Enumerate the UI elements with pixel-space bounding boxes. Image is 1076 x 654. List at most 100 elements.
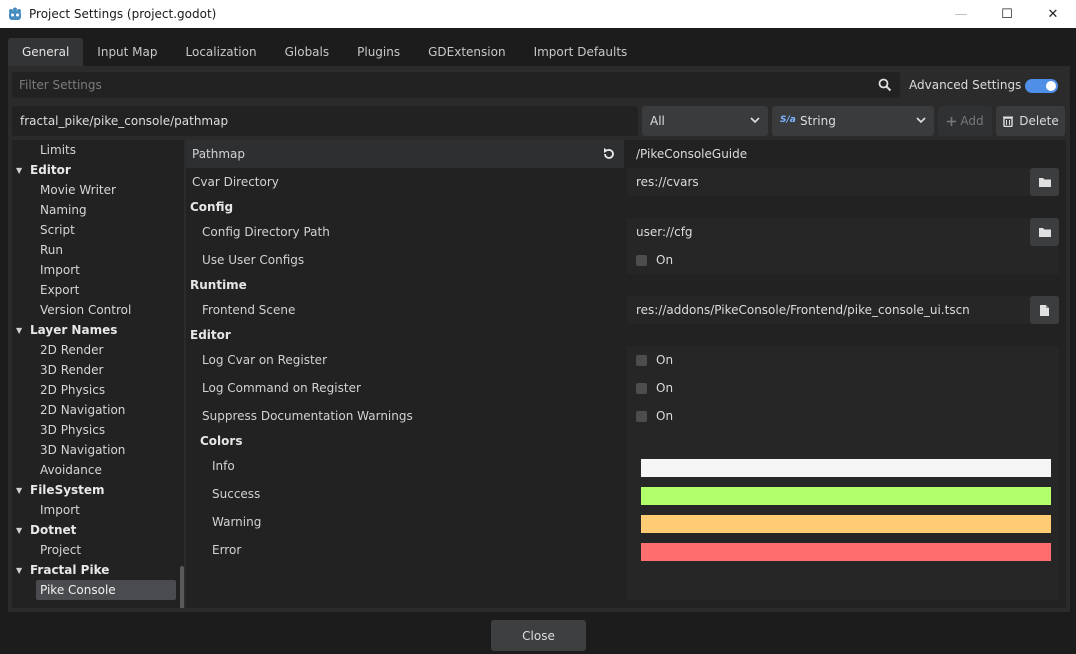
maximize-button[interactable]: ☐	[984, 0, 1030, 28]
tree-item-avoidance[interactable]: Avoidance	[12, 460, 102, 480]
add-button[interactable]: Add	[938, 106, 992, 136]
tree-section-dotnet[interactable]: ▼ Dotnet	[12, 520, 76, 540]
browse-folder-button[interactable]	[1030, 218, 1059, 246]
revert-icon[interactable]	[602, 147, 616, 161]
title-bar: Project Settings (project.godot) — ☐ ✕	[0, 0, 1076, 28]
tree-item-label: Script	[40, 223, 75, 237]
property-row-log-command: Log Command on Register On	[186, 374, 1066, 402]
tree-item-2d-navigation[interactable]: 2D Navigation	[12, 400, 125, 420]
tree-item-3d-navigation[interactable]: 3D Navigation	[12, 440, 125, 460]
tree-item-3d-physics[interactable]: 3D Physics	[12, 420, 105, 440]
browse-folder-button[interactable]	[1030, 168, 1059, 196]
close-button[interactable]: Close	[491, 620, 586, 651]
tab-localization[interactable]: Localization	[172, 38, 271, 66]
tree-item-2d-render[interactable]: 2D Render	[12, 340, 103, 360]
frontend-scene-field[interactable]: res://addons/PikeConsole/Frontend/pike_c…	[627, 296, 1059, 324]
checkbox-box[interactable]	[636, 410, 647, 422]
color-success-swatch[interactable]	[641, 487, 1051, 505]
tree-scrollbar[interactable]	[180, 566, 184, 608]
tab-plugins[interactable]: Plugins	[343, 38, 414, 66]
tree-item-version-control[interactable]: Version Control	[12, 300, 131, 320]
tab-gdextension[interactable]: GDExtension	[414, 38, 519, 66]
tree-item-label: Import	[40, 263, 80, 277]
checkbox-box[interactable]	[636, 254, 647, 266]
pathmap-field[interactable]: /PikeConsoleGuide	[627, 140, 1059, 168]
color-error-swatch[interactable]	[641, 543, 1051, 561]
property-row-config-directory-path: Config Directory Path user://cfg	[186, 218, 1066, 246]
chevron-down-icon	[750, 117, 760, 124]
trash-icon	[1003, 116, 1014, 127]
suppress-docs-checkbox[interactable]: On	[627, 402, 1059, 430]
tree-item-naming[interactable]: Naming	[12, 200, 87, 220]
tree-section-layer-names[interactable]: ▼ Layer Names	[12, 320, 117, 340]
collapse-arrow-icon[interactable]: ▼	[16, 526, 26, 535]
checkbox-label: On	[656, 253, 674, 267]
tree-item-label: Dotnet	[30, 523, 77, 537]
tree-item-label: Avoidance	[40, 463, 102, 477]
collapse-arrow-icon[interactable]: ▼	[16, 326, 26, 335]
checkbox-box[interactable]	[636, 354, 647, 366]
checkbox-label: On	[656, 381, 674, 395]
collapse-arrow-icon[interactable]: ▼	[16, 166, 26, 175]
tree-item-label: 2D Render	[40, 343, 104, 357]
collapse-arrow-icon[interactable]: ▼	[16, 486, 26, 495]
checkbox-label: On	[656, 409, 674, 423]
filter-settings-input[interactable]: Filter Settings	[12, 72, 900, 98]
type-select[interactable]: S/a String	[772, 106, 934, 136]
tab-input-map[interactable]: Input Map	[83, 38, 171, 66]
tree-section-fractal-pike[interactable]: ▼ Fractal Pike	[12, 560, 109, 580]
tree-item-movie-writer[interactable]: Movie Writer	[12, 180, 116, 200]
log-command-checkbox[interactable]: On	[627, 374, 1059, 402]
tree-section-editor[interactable]: ▼ Editor	[12, 160, 71, 180]
window-title: Project Settings (project.godot)	[29, 7, 217, 21]
tree-item-run[interactable]: Run	[12, 240, 63, 260]
config-directory-value: user://cfg	[636, 225, 693, 239]
tree-item-3d-render[interactable]: 3D Render	[12, 360, 103, 380]
property-label: Cvar Directory	[192, 175, 279, 189]
tab-import-defaults[interactable]: Import Defaults	[520, 38, 642, 66]
search-icon[interactable]	[878, 78, 892, 92]
property-label: Frontend Scene	[202, 303, 296, 317]
settings-tree: Limits ▼ Editor Movie Writer Naming Script Run…	[12, 140, 184, 608]
cvar-directory-field[interactable]: res://cvars	[627, 168, 1059, 196]
tree-item-label: Export	[40, 283, 80, 297]
tree-item-label: Run	[40, 243, 64, 257]
delete-button[interactable]: Delete	[996, 106, 1065, 136]
tree-item-export[interactable]: Export	[12, 280, 79, 300]
collapse-arrow-icon[interactable]: ▼	[16, 566, 26, 575]
tree-item-label: Limits	[40, 143, 76, 157]
config-directory-field[interactable]: user://cfg	[627, 218, 1059, 246]
log-cvar-checkbox[interactable]: On	[627, 346, 1059, 374]
tree-item-label: Version Control	[40, 303, 132, 317]
tree-item-import[interactable]: Import	[12, 260, 80, 280]
use-user-configs-checkbox[interactable]: On	[627, 246, 1059, 274]
checkbox-box[interactable]	[636, 382, 647, 394]
browse-file-button[interactable]	[1030, 296, 1059, 324]
property-label: Error	[212, 543, 242, 557]
tab-general[interactable]: General	[8, 38, 84, 66]
color-warning-swatch[interactable]	[641, 515, 1051, 533]
tab-bar: General Input Map Localization Globals Plugi…	[8, 38, 641, 66]
feature-filter-select[interactable]: All	[642, 106, 768, 136]
close-window-button[interactable]: ✕	[1030, 0, 1076, 28]
tree-item-pike-console[interactable]: Pike Console	[36, 580, 176, 600]
minimize-button[interactable]: —	[938, 0, 984, 28]
tree-item-label: Fractal Pike	[30, 563, 110, 577]
property-path-value: fractal_pike/pike_console/pathmap	[20, 114, 229, 128]
tree-item-project[interactable]: Project	[12, 540, 81, 560]
tree-section-filesystem[interactable]: ▼ FileSystem	[12, 480, 105, 500]
color-info-swatch[interactable]	[641, 459, 1051, 477]
advanced-settings-toggle[interactable]	[1025, 79, 1058, 93]
tree-item-limits[interactable]: Limits	[12, 140, 76, 160]
property-label: Pathmap	[186, 140, 624, 168]
tree-item-script[interactable]: Script	[12, 220, 75, 240]
property-path-input[interactable]: fractal_pike/pike_console/pathmap	[12, 106, 638, 136]
add-label: Add	[960, 114, 984, 128]
tree-item-2d-physics[interactable]: 2D Physics	[12, 380, 105, 400]
pathmap-value: /PikeConsoleGuide	[636, 147, 748, 161]
project-settings-window: General Input Map Localization Globals Plugi…	[0, 28, 1076, 654]
tree-item-import[interactable]: Import	[12, 500, 80, 520]
property-label: Log Command on Register	[202, 381, 361, 395]
plus-icon	[947, 116, 957, 126]
tab-globals[interactable]: Globals	[271, 38, 344, 66]
